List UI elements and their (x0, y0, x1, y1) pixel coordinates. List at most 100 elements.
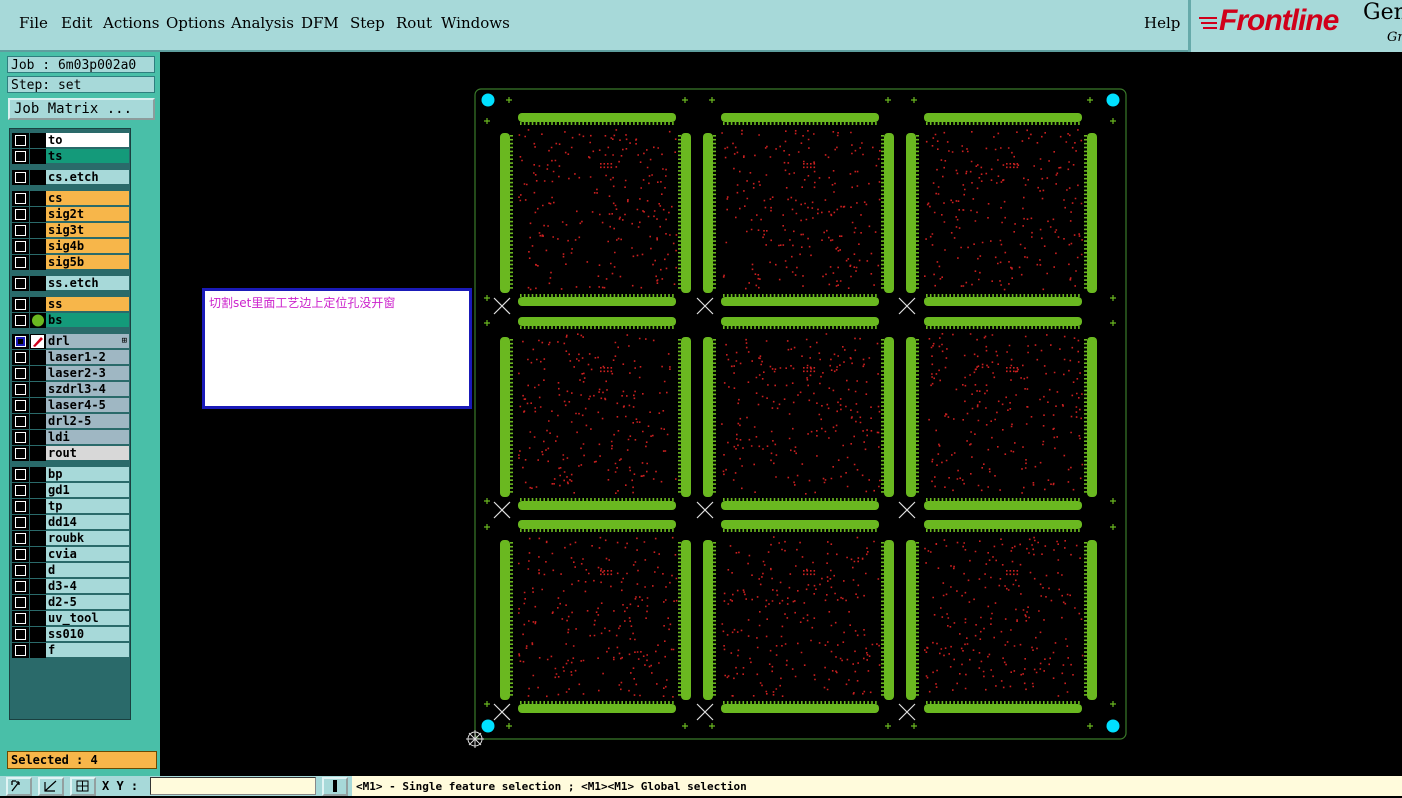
layer-row-bs[interactable]: bs (12, 313, 130, 328)
menu-file[interactable]: File (19, 14, 48, 32)
zoom-fit-icon[interactable] (6, 777, 32, 796)
layer-checkbox[interactable] (12, 382, 29, 397)
layer-row-dd14[interactable]: dd14 (12, 515, 130, 530)
layer-row-laser4-5[interactable]: laser4-5 (12, 398, 130, 413)
layer-row-gd1[interactable]: gd1 (12, 483, 130, 498)
unit-pad (945, 701, 948, 704)
layer-checkbox[interactable] (12, 313, 29, 328)
layer-checkbox[interactable] (12, 643, 29, 658)
layer-checkbox[interactable] (12, 515, 29, 530)
unit-pad (713, 154, 716, 157)
unit-pad (1084, 670, 1087, 673)
layer-row-laser1-2[interactable]: laser1-2 (12, 350, 130, 365)
layer-checkbox[interactable] (12, 297, 29, 312)
info-icon[interactable] (322, 777, 348, 796)
menu-windows[interactable]: Windows (441, 14, 510, 32)
unit-pad (625, 122, 627, 125)
layer-row-d2-5[interactable]: d2-5 (12, 595, 130, 610)
unit-pad (678, 385, 681, 388)
layer-row-ss[interactable]: ss (12, 297, 130, 312)
layer-row-f[interactable]: f (12, 643, 130, 658)
menu-actions[interactable]: Actions (103, 14, 159, 32)
menu-rout[interactable]: Rout (396, 14, 432, 32)
menu-options[interactable]: Options (166, 14, 225, 32)
layer-checkbox[interactable] (12, 446, 29, 461)
layer-row-sig4b[interactable]: sig4b (12, 239, 130, 254)
menu-edit[interactable]: Edit (61, 14, 92, 32)
unit-pad (678, 651, 681, 653)
grid-icon[interactable] (70, 777, 96, 796)
job-matrix-button[interactable]: Job Matrix ... (8, 98, 155, 120)
layer-row-cs[interactable]: cs (12, 191, 130, 206)
layer-row-cs.etch[interactable]: cs.etch (12, 170, 130, 185)
layer-row-drl2-5[interactable]: drl2-5 (12, 414, 130, 429)
layer-checkbox[interactable] (12, 133, 29, 148)
layer-row-cvia[interactable]: cvia (12, 547, 130, 562)
layer-checkbox[interactable] (12, 255, 29, 270)
unit-pad (881, 138, 884, 141)
layer-checkbox[interactable] (12, 611, 29, 626)
layer-row-sig3t[interactable]: sig3t (12, 223, 130, 238)
unit-pad (820, 294, 823, 297)
layer-checkbox[interactable] (12, 563, 29, 578)
layer-checkbox[interactable] (12, 595, 29, 610)
layer-row-to[interactable]: to (12, 133, 130, 148)
layer-row-drl[interactable]: drl ⊞ (12, 334, 130, 349)
unit-pad (916, 456, 919, 458)
layer-checkbox[interactable] (12, 170, 29, 185)
layer-checkbox[interactable] (12, 547, 29, 562)
unit-pad (678, 420, 681, 423)
unit-pad (510, 417, 513, 419)
layer-row-rout[interactable]: rout (12, 446, 130, 461)
layer-row-roubk[interactable]: roubk (12, 531, 130, 546)
menu-help[interactable]: Help (1144, 14, 1180, 32)
unit-pad (881, 397, 884, 400)
layer-checkbox[interactable] (12, 531, 29, 546)
layer-checkbox[interactable] (12, 467, 29, 482)
layer-checkbox[interactable] (12, 276, 29, 291)
layer-checkbox[interactable] (12, 223, 29, 238)
unit-pad (678, 154, 681, 157)
layer-checkbox[interactable] (12, 414, 29, 429)
measure-icon[interactable] (38, 777, 64, 796)
layer-row-ldi[interactable]: ldi (12, 430, 130, 445)
layer-checkbox[interactable] (12, 334, 29, 349)
menu-step[interactable]: Step (350, 14, 385, 32)
layer-row-tp[interactable]: tp (12, 499, 130, 514)
layer-row-sig2t[interactable]: sig2t (12, 207, 130, 222)
layer-checkbox[interactable] (12, 483, 29, 498)
layer-checkbox[interactable] (12, 366, 29, 381)
layer-checkbox[interactable] (12, 499, 29, 514)
unit-pad (980, 498, 983, 501)
layer-checkbox[interactable] (12, 579, 29, 594)
unit-pad (510, 596, 513, 599)
layer-checkbox[interactable] (12, 430, 29, 445)
unit-pad (961, 701, 963, 704)
layer-row-ss.etch[interactable]: ss.etch (12, 276, 130, 291)
layer-expand-icon[interactable]: ⊞ (122, 334, 127, 348)
layer-row-laser2-3[interactable]: laser2-3 (12, 366, 130, 381)
layer-checkbox[interactable] (12, 149, 29, 164)
layer-checkbox[interactable] (12, 350, 29, 365)
layer-row-uv_tool[interactable]: uv_tool (12, 611, 130, 626)
layer-row-sig5b[interactable]: sig5b (12, 255, 130, 270)
menu-dfm[interactable]: DFM (301, 14, 339, 32)
xy-input[interactable] (150, 777, 316, 795)
layer-row-ss010[interactable]: ss010 (12, 627, 130, 642)
menu-analysis[interactable]: Analysis (231, 14, 294, 32)
unit-pad (1084, 154, 1087, 157)
layer-checkbox[interactable] (12, 398, 29, 413)
layer-row-bp[interactable]: bp (12, 467, 130, 482)
layer-checkbox[interactable] (12, 191, 29, 206)
layer-row-d[interactable]: d (12, 563, 130, 578)
unit-pad (742, 701, 745, 704)
layer-checkbox[interactable] (12, 627, 29, 642)
layer-checkbox[interactable] (12, 239, 29, 254)
unit-pad (859, 294, 862, 297)
layer-row-szdrl3-4[interactable]: szdrl3-4 (12, 382, 130, 397)
unit-pad (1078, 498, 1080, 501)
graphic-canvas[interactable] (160, 52, 1402, 776)
layer-row-d3-4[interactable]: d3-4 (12, 579, 130, 594)
layer-row-ts[interactable]: ts (12, 149, 130, 164)
layer-checkbox[interactable] (12, 207, 29, 222)
